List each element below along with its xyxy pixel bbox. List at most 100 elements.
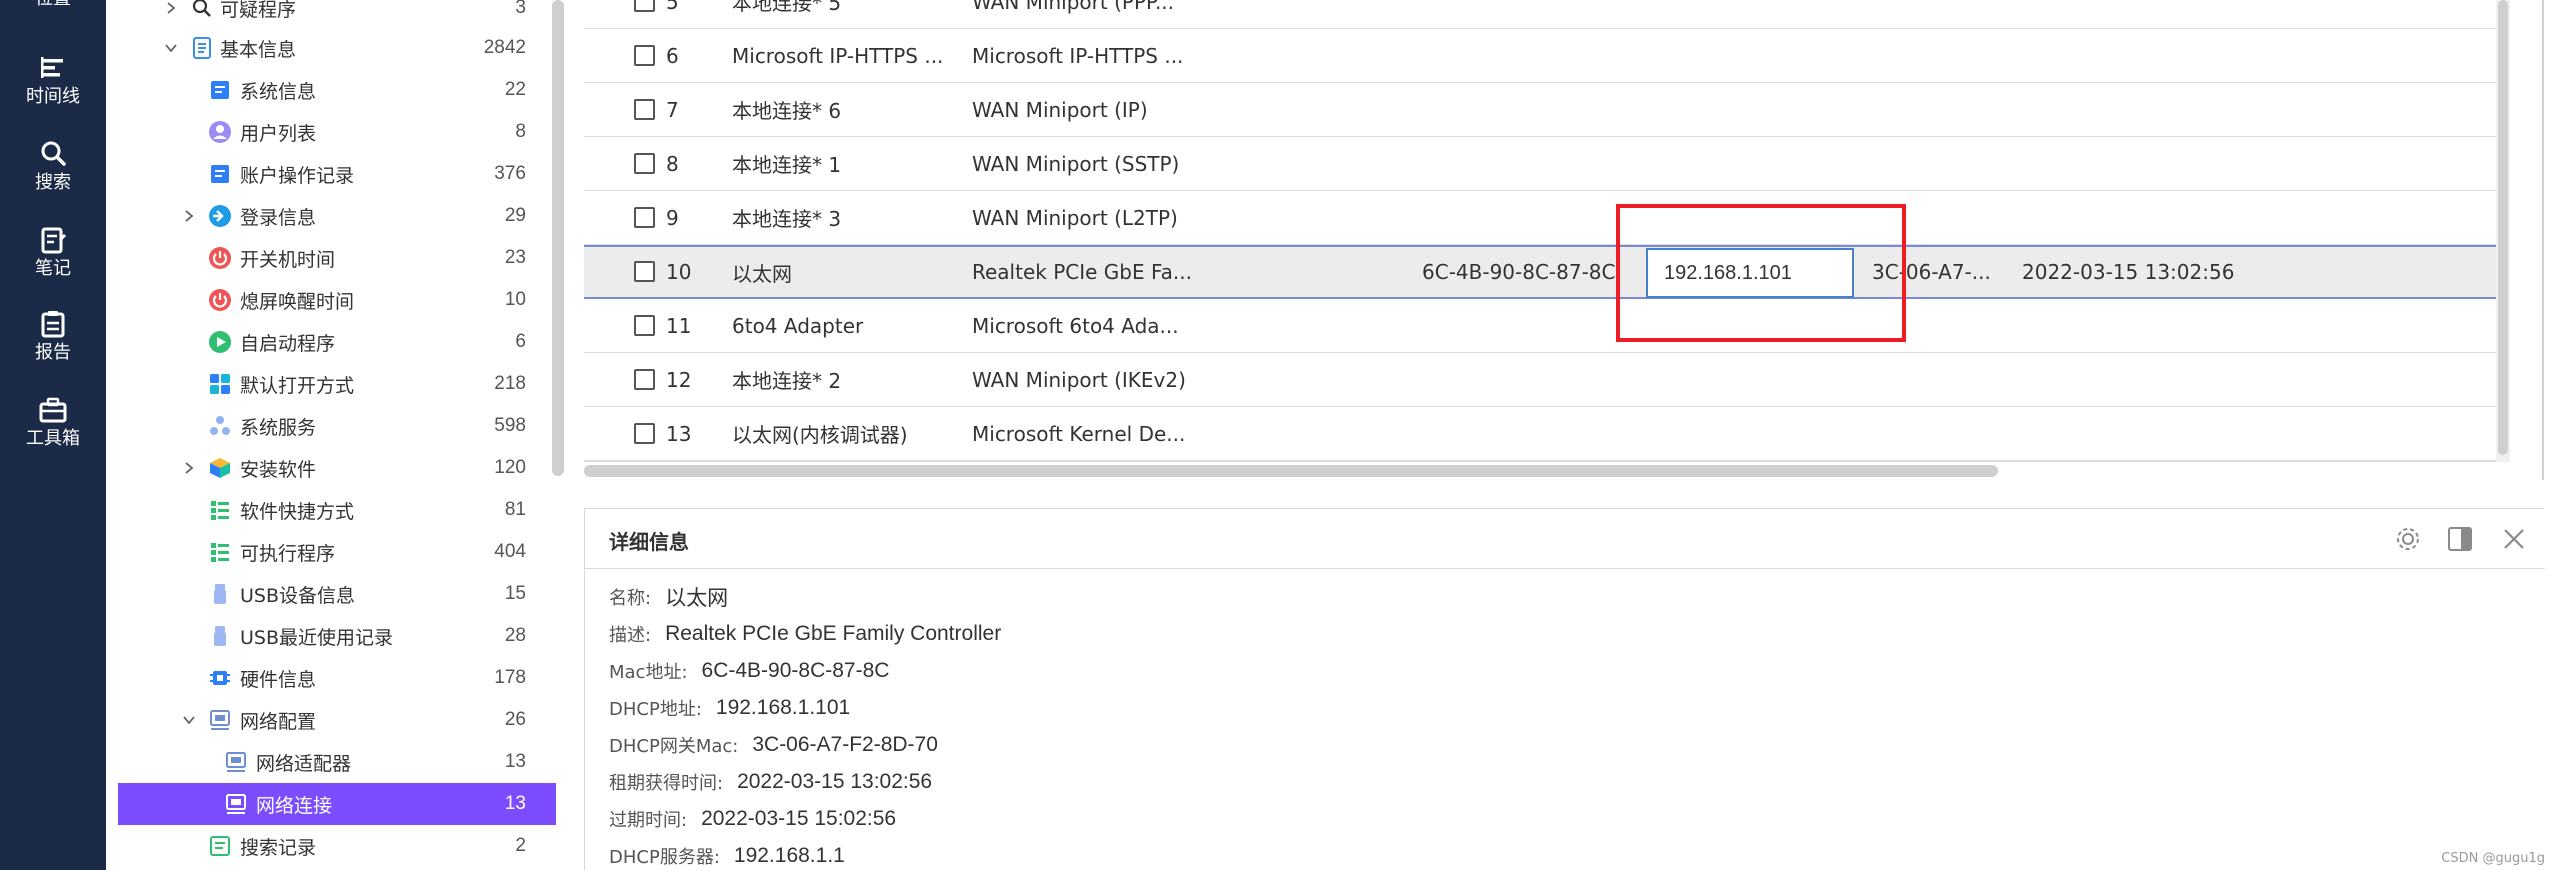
- rail-label-search: 搜索: [35, 172, 71, 193]
- watermark: CSDN @gugu1g: [2441, 851, 2545, 866]
- row-checkbox[interactable]: [634, 369, 655, 390]
- tree-scrollbar[interactable]: [552, 0, 564, 476]
- tree-item-installed-software[interactable]: 安装软件 120: [118, 447, 556, 489]
- network-connection-icon: [224, 792, 248, 816]
- chevron-right-icon[interactable]: [164, 1, 178, 15]
- table-row[interactable]: 8 本地连接* 1 WAN Miniport (SSTP): [584, 137, 2496, 191]
- table-row[interactable]: 11 6to4 Adapter Microsoft 6to4 Ada...: [584, 299, 2496, 353]
- row-checkbox[interactable]: [634, 261, 655, 282]
- detail-panel: 详细信息 名称: 以太网 描述: Realtek PCIe GbE Family…: [584, 508, 2545, 870]
- table-row-selected[interactable]: 10 以太网 Realtek PCIe GbE Fa... 6C-4B-90-8…: [584, 245, 2496, 299]
- rail-item-note[interactable]: 笔记: [0, 222, 106, 280]
- tree-label: 软件快捷方式: [240, 500, 355, 523]
- row-checkbox[interactable]: [634, 99, 655, 120]
- tree-label: USB设备信息: [240, 584, 356, 607]
- table-row[interactable]: 9 本地连接* 3 WAN Miniport (L2TP): [584, 191, 2496, 245]
- tree-label: 硬件信息: [240, 668, 317, 691]
- row-number: 6: [666, 43, 679, 68]
- tree-item-executable[interactable]: 可执行程序 404: [118, 531, 556, 573]
- detail-header: 详细信息: [585, 509, 2545, 569]
- tree-item-hardware[interactable]: 硬件信息 178: [118, 657, 556, 699]
- autostart-icon: [208, 330, 232, 354]
- tree-label: 安装软件: [240, 458, 317, 481]
- chevron-right-icon[interactable]: [182, 461, 196, 475]
- tree-item-service[interactable]: 系统服务 598: [118, 405, 556, 447]
- split-panel-icon[interactable]: [2445, 524, 2475, 554]
- table-row[interactable]: 13 以太网(内核调试器) Microsoft Kernel De...: [584, 407, 2496, 461]
- detail-field-description: 描述: Realtek PCIe GbE Family Controller: [609, 616, 1001, 652]
- table-row[interactable]: 12 本地连接* 2 WAN Miniport (IKEv2): [584, 353, 2496, 407]
- tree-label: 默认打开方式: [240, 374, 355, 397]
- tree-item-search-history[interactable]: 搜索记录 2: [118, 825, 556, 867]
- tree-label: 用户列表: [240, 122, 317, 145]
- tree-label: 登录信息: [240, 206, 317, 229]
- row-checkbox[interactable]: [634, 315, 655, 336]
- rail-label-note: 笔记: [35, 258, 71, 279]
- table-vertical-scrollbar[interactable]: [2498, 0, 2508, 455]
- tree-item-sleep-wake[interactable]: 熄屏唤醒时间 10: [118, 279, 556, 321]
- tree-count: 10: [504, 289, 526, 310]
- tree-item-suspicious-program[interactable]: 可疑程序 3: [118, 0, 556, 29]
- row-checkbox[interactable]: [634, 45, 655, 66]
- chevron-down-icon[interactable]: [164, 41, 178, 55]
- tree-item-usb-recent[interactable]: USB最近使用记录 28: [118, 615, 556, 657]
- detail-value: 以太网: [665, 587, 729, 610]
- detail-value: 2022-03-15 13:02:56: [737, 770, 933, 793]
- main-panel: 5 本地连接* 5 WAN Miniport (PPP... 6 Microso…: [584, 0, 2553, 870]
- tree-item-network-config[interactable]: 网络配置 26: [118, 699, 556, 741]
- timeline-icon: [41, 57, 63, 78]
- tree-label: USB最近使用记录: [240, 626, 394, 649]
- row-description: WAN Miniport (IKEv2): [972, 367, 1186, 392]
- tree-item-autostart[interactable]: 自启动程序 6: [118, 321, 556, 363]
- row-description: WAN Miniport (IP): [972, 97, 1148, 122]
- report-icon: [41, 311, 65, 338]
- rail-item-report[interactable]: 报告: [0, 306, 106, 364]
- tree-item-login[interactable]: 登录信息 29: [118, 195, 556, 237]
- tree-item-shortcut[interactable]: 软件快捷方式 81: [118, 489, 556, 531]
- table-row[interactable]: 5 本地连接* 5 WAN Miniport (PPP...: [584, 0, 2496, 29]
- table-horizontal-scrollbar[interactable]: [584, 465, 1998, 477]
- detail-value: 3C-06-A7-F2-8D-70: [752, 733, 938, 756]
- row-number: 9: [666, 205, 679, 230]
- tree-item-default-app[interactable]: 默认打开方式 218: [118, 363, 556, 405]
- row-name: 以太网(内核调试器): [732, 423, 908, 447]
- row-checkbox[interactable]: [634, 153, 655, 174]
- tree-item-power[interactable]: 开关机时间 23: [118, 237, 556, 279]
- rail-item-location[interactable]: 位置: [0, 0, 106, 10]
- tree-count: 26: [504, 709, 526, 730]
- rail-item-search[interactable]: 搜索: [0, 136, 106, 194]
- tree-item-account-log[interactable]: 账户操作记录 376: [118, 153, 556, 195]
- tree-label: 基本信息: [220, 38, 297, 61]
- tree-count: 404: [494, 541, 526, 562]
- tree-label: 开关机时间: [240, 248, 336, 271]
- tree-label: 熄屏唤醒时间: [240, 290, 355, 313]
- row-checkbox[interactable]: [634, 0, 655, 12]
- tree-item-network-connection[interactable]: 网络连接 13: [118, 783, 556, 825]
- tree-label: 可执行程序: [240, 542, 336, 565]
- tree-count: 2: [515, 835, 526, 856]
- detail-value: 6C-4B-90-8C-87-8C: [701, 659, 890, 682]
- chevron-down-icon[interactable]: [182, 713, 196, 727]
- row-checkbox[interactable]: [634, 207, 655, 228]
- chevron-right-icon[interactable]: [182, 209, 196, 223]
- suspicious-program-icon: [190, 0, 214, 20]
- tree-item-usb[interactable]: USB设备信息 15: [118, 573, 556, 615]
- tree-item-network-adapter[interactable]: 网络适配器 13: [118, 741, 556, 783]
- rail-item-timeline[interactable]: 时间线: [0, 50, 106, 108]
- detail-field-lease-obtained: 租期获得时间: 2022-03-15 13:02:56: [609, 764, 932, 800]
- close-icon[interactable]: [2499, 524, 2529, 554]
- search-icon: [41, 141, 66, 166]
- table-row[interactable]: 6 Microsoft IP-HTTPS ... Microsoft IP-HT…: [584, 29, 2496, 83]
- rail-item-toolbox[interactable]: 工具箱: [0, 392, 106, 450]
- tree-item-basic-info[interactable]: 基本信息 2842: [118, 27, 556, 69]
- tree-count: 23: [504, 247, 526, 268]
- row-description: WAN Miniport (L2TP): [972, 205, 1178, 230]
- tree-item-user-list[interactable]: 用户列表 8: [118, 111, 556, 153]
- gear-icon[interactable]: [2393, 524, 2423, 554]
- row-checkbox[interactable]: [634, 423, 655, 444]
- default-app-icon: [208, 372, 232, 396]
- row-description: Realtek PCIe GbE Fa...: [972, 260, 1192, 284]
- tree-item-system-info[interactable]: 系统信息 22: [118, 69, 556, 111]
- tree-label: 网络连接: [256, 794, 333, 817]
- table-row[interactable]: 7 本地连接* 6 WAN Miniport (IP): [584, 83, 2496, 137]
